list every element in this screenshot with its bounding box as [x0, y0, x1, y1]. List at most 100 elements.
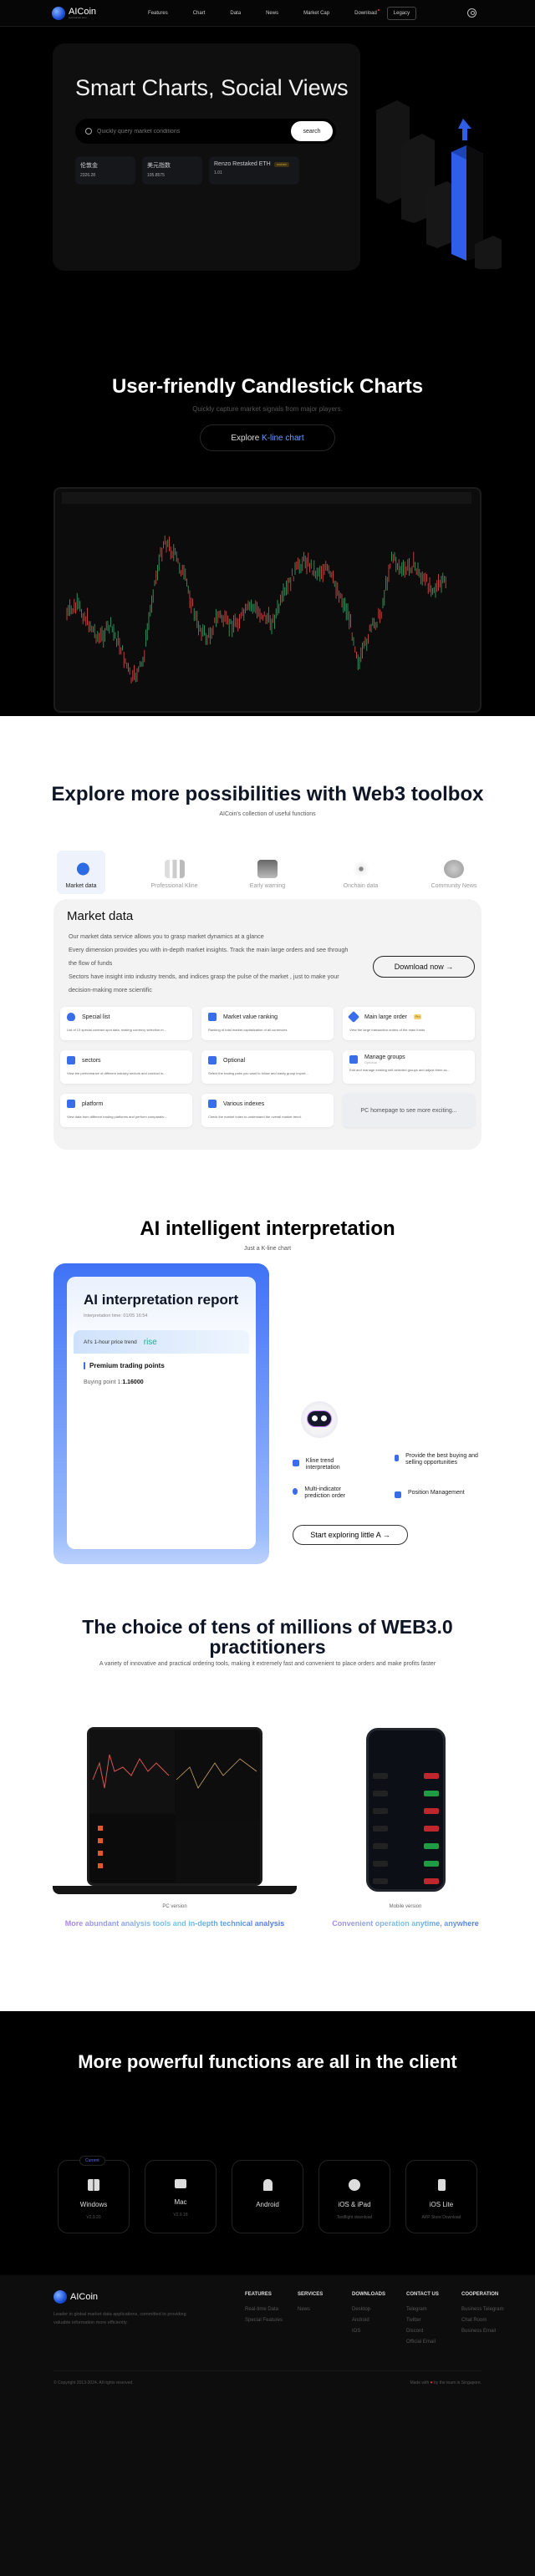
- pro-badge: Pro: [413, 1014, 422, 1019]
- platform-version: APP Store Download: [421, 2215, 461, 2220]
- ticker-value: 2326.28: [80, 173, 96, 178]
- download-ios-lite[interactable]: iOS Lite APP Store Download: [405, 2160, 477, 2233]
- card-title: Manage groups: [364, 1054, 405, 1060]
- copyright: © Copyright 2013-2024. All rights reserv…: [54, 2380, 134, 2385]
- card-desc: Edit and manage existing self-selected g…: [349, 1068, 451, 1072]
- desc-line: Our market data service allows you to gr…: [69, 932, 264, 940]
- nav-chart[interactable]: Chart: [193, 11, 206, 16]
- feature-icon: [293, 1488, 298, 1495]
- feature-card-main-large-order[interactable]: Main large order Pro View the large transa…: [343, 1007, 475, 1040]
- brand-name: AICoin: [70, 2292, 99, 2302]
- feature-card-various-indexes[interactable]: Various indexes Check the market index to…: [201, 1094, 334, 1127]
- feature-card-optional[interactable]: Optional Select the trading pairs you wan…: [201, 1050, 334, 1084]
- feature-card-sectors[interactable]: sectors View the performance of different…: [60, 1050, 192, 1084]
- search-icon: [85, 128, 92, 135]
- mobile-caption: Mobile version: [389, 1904, 422, 1909]
- section-title: More powerful functions are all in the c…: [78, 2051, 457, 2072]
- footer-logo[interactable]: AICoin: [54, 2290, 98, 2304]
- pc-laptop-image: [53, 1727, 297, 1896]
- footer-link[interactable]: Desktop: [352, 2307, 385, 2312]
- footer-link[interactable]: Android: [352, 2318, 385, 2323]
- kline-chart-preview[interactable]: [54, 487, 482, 713]
- ticker-card[interactable]: 美元指数 105.8575: [142, 156, 202, 185]
- footer-link[interactable]: Business Email: [461, 2329, 504, 2334]
- footer-link[interactable]: Chat Room: [461, 2318, 504, 2323]
- footer-link[interactable]: Telegram: [406, 2307, 439, 2312]
- section-title: The choice of tens of millions of WEB3.0…: [82, 1616, 453, 1658]
- tab-label: Market data: [65, 883, 97, 889]
- feature-label: Kline trend interpretation: [305, 1458, 340, 1471]
- section-title: AI intelligent interpretation: [140, 1217, 395, 1240]
- platform-version: Testflight download: [336, 2215, 373, 2220]
- premium-heading: Premium trading points: [84, 1362, 256, 1369]
- ticker-value: 105.8575: [147, 173, 165, 178]
- footer-link[interactable]: Real-time Data: [245, 2307, 283, 2312]
- see-more-card[interactable]: PC homepage to see more exciting...: [343, 1094, 475, 1127]
- network-icon: [350, 860, 371, 878]
- ticker-card[interactable]: Renzo Restaked ETH onchain 1.01: [209, 156, 299, 185]
- ticker-name: 伦敦金: [80, 163, 98, 169]
- feature-card-platform[interactable]: platform View data from different trading…: [60, 1094, 192, 1127]
- nav-download-label: Download: [354, 10, 377, 16]
- platform-name: iOS & iPad: [338, 2201, 371, 2208]
- explore-kline-button[interactable]: Explore K-line chart: [200, 424, 335, 451]
- nav-download[interactable]: Download: [354, 8, 380, 16]
- tab-community-news[interactable]: Community News: [430, 851, 478, 894]
- legacy-button[interactable]: Legacy: [386, 6, 417, 20]
- footer-link[interactable]: News: [298, 2307, 323, 2312]
- feature-label: Multi-indicator prediction order: [304, 1486, 346, 1499]
- trend-row: AI's 1-hour price trend rise: [74, 1330, 249, 1354]
- footer-col-features: FEATURES Real-time Data Special Features: [245, 2292, 283, 2329]
- footer-link[interactable]: Twitter: [406, 2318, 439, 2323]
- user-icon[interactable]: [467, 8, 476, 18]
- footer-link[interactable]: Discord: [406, 2329, 439, 2334]
- report-time: Interpretation time: 01/05 16:54: [84, 1313, 148, 1318]
- download-mac[interactable]: Mac V2.9.18: [145, 2160, 217, 2233]
- platform-name: Android: [256, 2201, 279, 2208]
- grid-icon: [67, 1056, 75, 1064]
- tab-professional-kline[interactable]: Professional Kline: [150, 851, 199, 894]
- footer-link[interactable]: Official Email: [406, 2340, 439, 2345]
- nav-data[interactable]: Data: [230, 11, 241, 16]
- pc-tagline: More abundant analysis tools and in-dept…: [53, 1919, 297, 1928]
- brand-logo[interactable]: AICoin www.aicoin.com: [52, 6, 96, 20]
- col-title: FEATURES: [245, 2292, 272, 2297]
- nav-news[interactable]: News: [266, 11, 278, 16]
- mobile-phone-image: [366, 1728, 446, 1892]
- feature-card-manage-groups[interactable]: Manage groups Optional Edit and manage exi…: [343, 1050, 475, 1084]
- ticker-card[interactable]: 伦敦金 2326.28: [75, 156, 135, 185]
- explore-label: Explore: [231, 434, 262, 443]
- tab-onchain-data[interactable]: Onchain data: [337, 851, 385, 894]
- market-data-icon: [71, 860, 91, 878]
- robot-mascot-icon: [301, 1401, 338, 1438]
- made-prefix: Made with: [410, 2380, 430, 2385]
- download-ios-ipad[interactable]: iOS & iPad Testflight download: [318, 2160, 390, 2233]
- nav-market-cap[interactable]: Market Cap: [303, 11, 329, 16]
- platform-version: V2.9.18: [173, 2213, 188, 2218]
- tab-market-data[interactable]: Market data: [57, 851, 105, 894]
- desc-line: Sectors have insight into industry trend…: [69, 973, 339, 993]
- brand-sub: www.aicoin.com: [69, 15, 87, 19]
- start-exploring-button[interactable]: Start exploring little A →: [293, 1525, 408, 1545]
- nav-features[interactable]: Features: [148, 11, 168, 16]
- card-title: Various indexes: [223, 1100, 265, 1107]
- search-button[interactable]: search: [291, 121, 333, 141]
- star-icon: [349, 1055, 358, 1064]
- footer-link[interactable]: Special Features: [245, 2318, 283, 2323]
- footer-link[interactable]: Business Telegram: [461, 2307, 504, 2312]
- buy-value: 1.16000: [122, 1379, 144, 1385]
- buy-label: Buying point 1:: [84, 1379, 123, 1385]
- download-windows[interactable]: Current Windows V2.9.20: [58, 2156, 130, 2233]
- tab-early-warning[interactable]: Early warning: [243, 851, 292, 894]
- hero-card: Smart Charts, Social Views search 伦敦金 23…: [53, 43, 360, 271]
- card-desc: View the performance of different indust…: [67, 1071, 166, 1075]
- download-android[interactable]: Android: [232, 2160, 303, 2233]
- download-now-button[interactable]: Download now →: [373, 956, 475, 978]
- current-badge: Current: [79, 2156, 105, 2166]
- ticker-name: 美元指数: [147, 163, 171, 169]
- footer-link[interactable]: IOS: [352, 2329, 385, 2334]
- feature-card-market-value-ranking[interactable]: Market value ranking Ranking of total mar…: [201, 1007, 334, 1040]
- card-title: Main large order: [364, 1014, 407, 1020]
- feature-card-special-list[interactable]: Special list List of 13 special contract …: [60, 1007, 192, 1040]
- card-title: sectors: [82, 1057, 101, 1064]
